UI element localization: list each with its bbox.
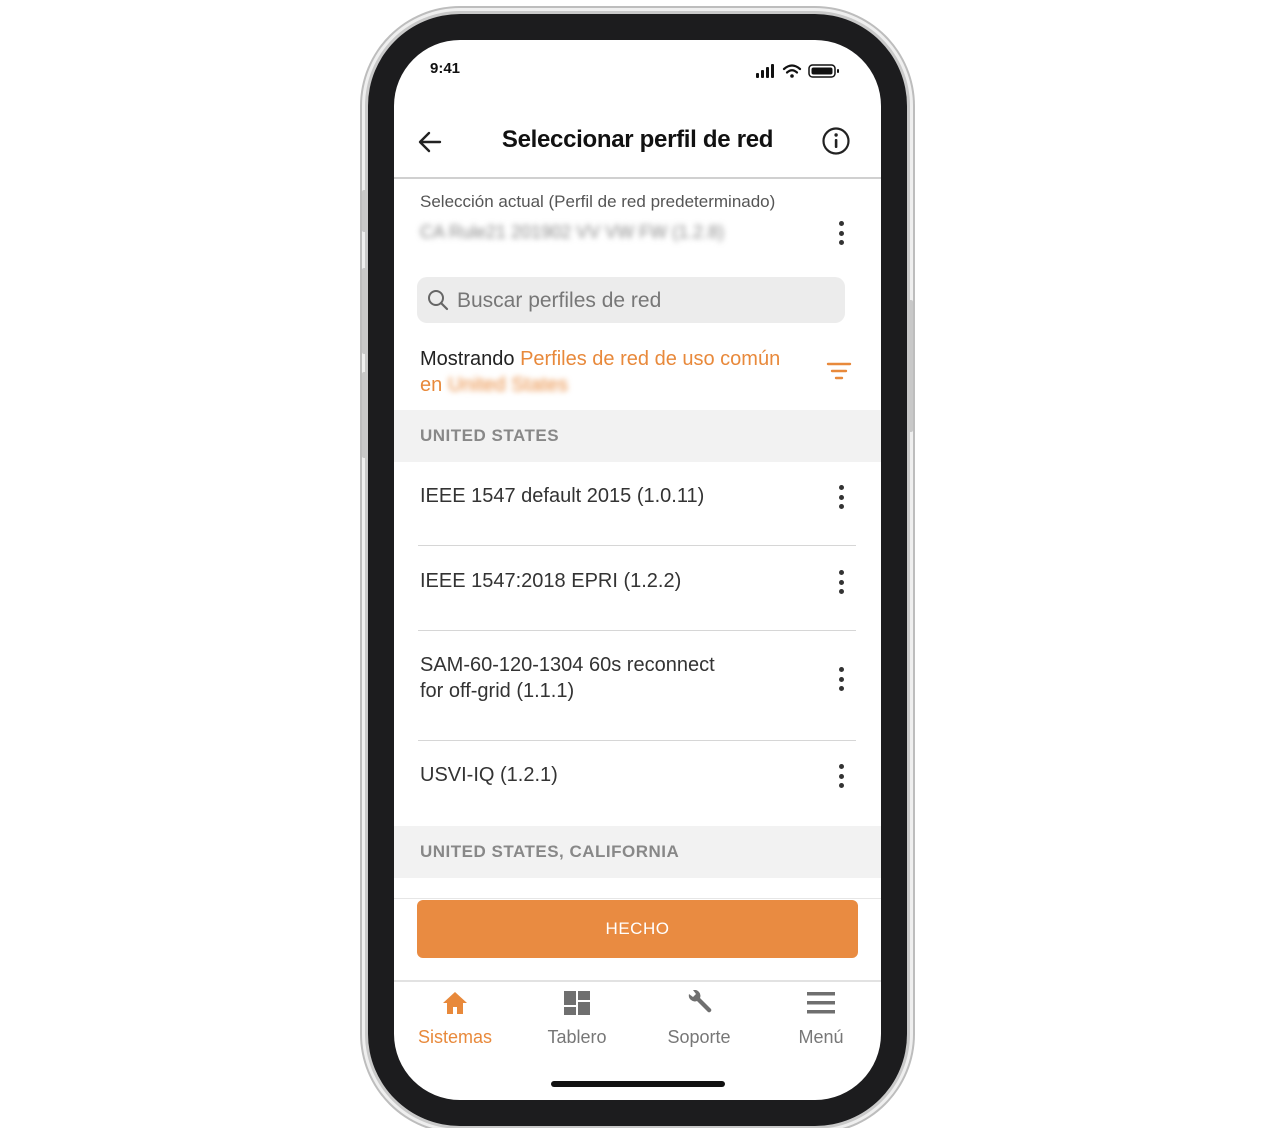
tab-soporte[interactable]: Soporte bbox=[638, 989, 760, 1048]
section-header: UNITED STATES, CALIFORNIA bbox=[394, 826, 881, 878]
list-divider bbox=[418, 630, 856, 631]
section-header: UNITED STATES bbox=[394, 410, 881, 462]
filter-icon[interactable] bbox=[826, 360, 852, 382]
current-selection-more-icon[interactable] bbox=[832, 219, 850, 247]
profile-item-label[interactable]: IEEE 1547 default 2015 (1.0.11) bbox=[420, 483, 704, 509]
profile-item-label[interactable]: SAM-60-120-1304 60s reconnect for off-gr… bbox=[420, 652, 715, 704]
filter-link[interactable]: Perfiles de red de uso común bbox=[520, 348, 780, 370]
wrench-icon bbox=[688, 989, 712, 1013]
tab-label: Soporte bbox=[667, 1027, 731, 1047]
tab-label: Sistemas bbox=[417, 1027, 493, 1047]
header-divider bbox=[394, 177, 881, 179]
filter-region[interactable]: United States bbox=[448, 374, 568, 396]
list-divider bbox=[418, 545, 856, 546]
tab-label: Menú bbox=[798, 1027, 844, 1047]
search-placeholder: Buscar perfiles de red bbox=[457, 289, 662, 312]
current-selection-value: CA Rule21 201902 VV VW FW (1.2.8) bbox=[420, 222, 725, 242]
wifi-icon bbox=[782, 64, 802, 78]
signal-icon bbox=[756, 64, 774, 78]
current-selection-label: Selección actual (Perfil de red predeter… bbox=[420, 192, 776, 211]
profile-item-label[interactable]: IEEE 1547:2018 EPRI (1.2.2) bbox=[420, 568, 681, 594]
info-icon[interactable] bbox=[821, 126, 851, 156]
mute-switch bbox=[362, 190, 367, 232]
home-icon bbox=[443, 992, 467, 1014]
status-time: 9:41 bbox=[430, 60, 461, 77]
profile-item-label[interactable]: USVI-IQ (1.2.1) bbox=[420, 762, 558, 788]
list-divider bbox=[418, 740, 856, 741]
filter-connector: en bbox=[420, 374, 443, 396]
home-indicator bbox=[551, 1081, 725, 1087]
menu-icon bbox=[807, 992, 835, 1014]
tab-tablero[interactable]: Tablero bbox=[516, 990, 638, 1048]
page-title: Seleccionar perfil de red bbox=[501, 126, 774, 153]
app-screen: 9:41 Seleccionar perfil de red Selección… bbox=[394, 40, 881, 1100]
search-icon bbox=[428, 290, 449, 311]
profile-item-more-icon[interactable] bbox=[832, 762, 850, 790]
tab-menu[interactable]: Menú bbox=[760, 990, 881, 1048]
filter-summary: Mostrando Perfiles de red de uso común e… bbox=[420, 346, 820, 398]
power-button bbox=[908, 300, 913, 432]
tab-label: Tablero bbox=[547, 1027, 607, 1047]
profile-item-more-icon[interactable] bbox=[832, 665, 850, 693]
section-title: UNITED STATES, CALIFORNIA bbox=[420, 842, 680, 861]
battery-icon bbox=[808, 64, 839, 78]
tab-sistemas[interactable]: Sistemas bbox=[394, 990, 516, 1048]
profile-item-more-icon[interactable] bbox=[832, 483, 850, 511]
dashboard-icon bbox=[564, 991, 590, 1015]
section-title: UNITED STATES bbox=[420, 426, 560, 445]
volume-up-button bbox=[362, 268, 367, 354]
footer-divider bbox=[394, 898, 881, 899]
filter-prefix: Mostrando bbox=[420, 348, 515, 370]
done-button[interactable]: HECHO bbox=[417, 900, 858, 958]
status-icons bbox=[756, 64, 839, 78]
profile-item-more-icon[interactable] bbox=[832, 568, 850, 596]
tabbar-divider bbox=[394, 980, 881, 982]
volume-down-button bbox=[362, 372, 367, 458]
